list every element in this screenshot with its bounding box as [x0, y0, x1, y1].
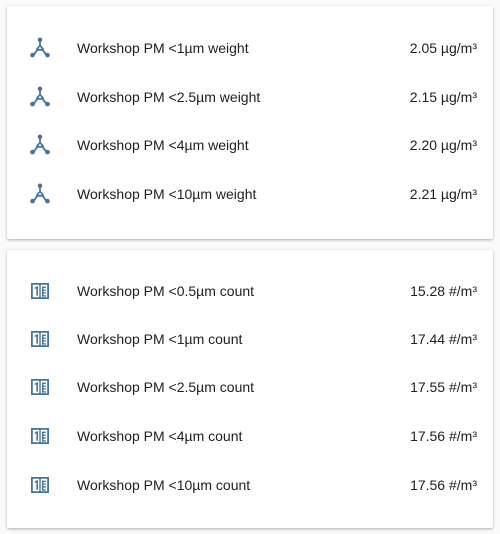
counter-icon [28, 327, 52, 351]
counter-icon [28, 279, 52, 303]
entity-row-pm1-weight[interactable]: Workshop PM <1µm weight 2.05 µg/m³ [7, 28, 493, 68]
entity-row-pm25-count[interactable]: Workshop PM <2.5µm count 17.55 #/m³ [7, 367, 493, 407]
pm-count-card: Workshop PM <0.5µm count 15.28 #/m³ Work… [7, 250, 493, 528]
counter-icon [28, 375, 52, 399]
entity-row-pm10-weight[interactable]: Workshop PM <10µm weight 2.21 µg/m³ [7, 174, 493, 214]
entity-name: Workshop PM <2.5µm weight [77, 89, 261, 105]
entity-state: 15.28 #/m³ [410, 283, 477, 299]
entity-state: 2.15 µg/m³ [409, 89, 477, 105]
entity-state: 2.05 µg/m³ [409, 40, 477, 56]
entity-name: Workshop PM <1µm weight [77, 40, 249, 56]
entity-row-pm1-count[interactable]: Workshop PM <1µm count 17.44 #/m³ [7, 319, 493, 359]
pm-weight-card: Workshop PM <1µm weight 2.05 µg/m³ Works… [7, 6, 493, 239]
entity-row-pm4-count[interactable]: Workshop PM <4µm count 17.56 #/m³ [7, 416, 493, 456]
counter-icon [28, 473, 52, 497]
entity-row-pm05-count[interactable]: Workshop PM <0.5µm count 15.28 #/m³ [7, 271, 493, 311]
entity-row-pm25-weight[interactable]: Workshop PM <2.5µm weight 2.15 µg/m³ [7, 77, 493, 117]
molecule-icon [28, 133, 52, 157]
counter-icon [28, 424, 52, 448]
entity-state: 17.55 #/m³ [410, 379, 477, 395]
entity-state: 17.56 #/m³ [410, 428, 477, 444]
molecule-icon [28, 36, 52, 60]
entity-state: 2.21 µg/m³ [409, 186, 477, 202]
entity-name: Workshop PM <1µm count [77, 331, 243, 347]
entity-state: 17.44 #/m³ [410, 331, 477, 347]
entity-name: Workshop PM <2.5µm count [77, 379, 255, 395]
molecule-icon [28, 85, 52, 109]
entity-state: 2.20 µg/m³ [409, 137, 477, 153]
molecule-icon [28, 182, 52, 206]
entity-name: Workshop PM <4µm weight [77, 137, 249, 153]
entity-row-pm4-weight[interactable]: Workshop PM <4µm weight 2.20 µg/m³ [7, 125, 493, 165]
entity-state: 17.56 #/m³ [410, 477, 477, 493]
entity-name: Workshop PM <10µm count [77, 477, 251, 493]
entity-name: Workshop PM <10µm weight [77, 186, 257, 202]
entity-row-pm10-count[interactable]: Workshop PM <10µm count 17.56 #/m³ [7, 465, 493, 505]
entity-name: Workshop PM <4µm count [77, 428, 243, 444]
entity-name: Workshop PM <0.5µm count [77, 283, 255, 299]
